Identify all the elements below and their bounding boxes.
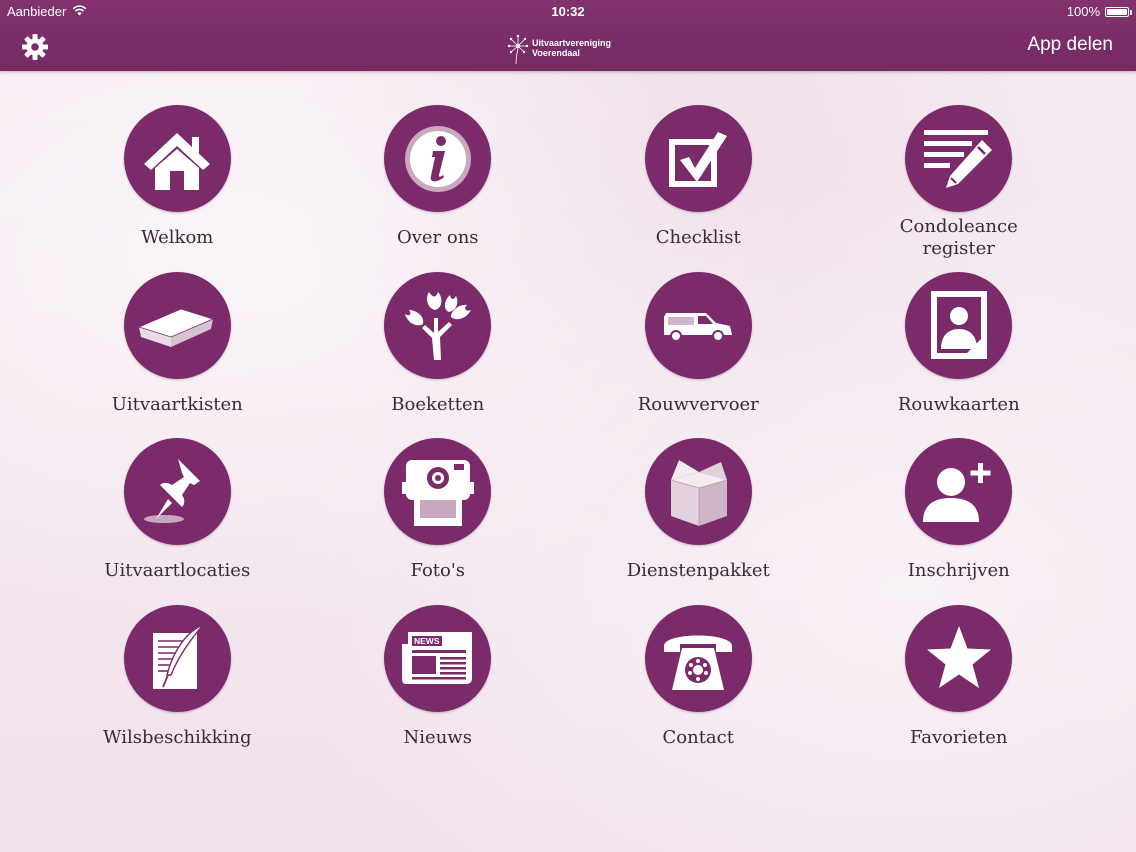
- tile-label: Rouwvervoer: [637, 393, 759, 415]
- tile-checklist[interactable]: Checklist: [568, 105, 829, 272]
- tile-label: Contact: [662, 726, 734, 748]
- tile-icon-circle: [384, 105, 492, 212]
- tile-label: Boeketten: [391, 393, 485, 415]
- tile-icon-circle: [384, 438, 492, 545]
- add-person-icon: [922, 462, 991, 522]
- tile-icon-circle: [905, 438, 1013, 545]
- tile-label: Uitvaartkisten: [111, 393, 243, 415]
- tile-contact[interactable]: Contact: [568, 604, 829, 772]
- tile-over-ons[interactable]: Over ons: [308, 105, 569, 272]
- tile-label: Checklist: [655, 227, 741, 248]
- coffin-icon: [138, 308, 215, 347]
- menu-grid: Welkom Over ons Checklist Condoleance re…: [47, 105, 1089, 771]
- tile-fotos[interactable]: Foto's: [308, 438, 569, 605]
- gear-icon: [22, 34, 48, 60]
- battery-icon: [1105, 6, 1132, 17]
- hearse-icon: [664, 313, 733, 342]
- tile-icon-circle: [123, 604, 231, 712]
- tile-label: Dienstenpakket: [626, 560, 770, 581]
- logo-text: Uitvaartvereniging Voerendaal: [532, 38, 611, 58]
- tile-rouwkaarten[interactable]: Rouwkaarten: [829, 271, 1090, 439]
- logo-line-2: Voerendaal: [532, 48, 580, 58]
- tile-label: Over ons: [396, 227, 479, 248]
- tile-label: Nieuws: [403, 726, 472, 748]
- tile-label: Condoleance register: [839, 216, 1079, 260]
- tile-favorieten[interactable]: Favorieten: [829, 604, 1090, 772]
- tile-rouwvervoer[interactable]: Rouwvervoer: [568, 271, 829, 439]
- tile-icon-circle: [905, 271, 1013, 379]
- tile-nieuws[interactable]: NEWS Nieuws: [308, 604, 569, 772]
- tile-wilsbeschikking[interactable]: Wilsbeschikking: [47, 604, 308, 772]
- tile-welkom[interactable]: Welkom: [47, 105, 308, 272]
- tile-uitvaartlocaties[interactable]: Uitvaartlocaties: [47, 438, 308, 605]
- tile-icon-circle: [905, 604, 1013, 712]
- tile-icon-circle: [123, 438, 231, 545]
- tile-label-line-1: Condoleance: [899, 216, 1018, 237]
- tile-label: Rouwkaarten: [897, 393, 1020, 415]
- app-logo: Uitvaartvereniging Voerendaal: [506, 30, 630, 66]
- battery-status: 100%: [1066, 4, 1132, 19]
- portrait-card-icon: [930, 291, 987, 359]
- tile-uitvaartkisten[interactable]: Uitvaartkisten: [47, 271, 308, 439]
- newspaper-icon: NEWS: [401, 632, 472, 684]
- phone-icon: [664, 635, 733, 690]
- dandelion-logo-icon: [507, 34, 529, 65]
- tile-dienstenpakket[interactable]: Dienstenpakket: [568, 438, 829, 605]
- tile-icon-circle: [905, 105, 1013, 212]
- tile-boeketten[interactable]: Boeketten: [308, 271, 569, 439]
- pencil-list-icon: [923, 129, 992, 188]
- checkbox-icon: [669, 131, 728, 187]
- tile-icon-circle: [123, 271, 231, 379]
- share-app-button[interactable]: App delen: [1027, 34, 1113, 56]
- box-icon: [671, 459, 728, 526]
- tile-label: Welkom: [141, 227, 214, 248]
- pushpin-icon: [144, 458, 201, 523]
- bouquet-icon: [404, 292, 471, 360]
- tile-icon-circle: [644, 438, 752, 545]
- status-time: 10:32: [551, 4, 585, 19]
- tile-label: Uitvaartlocaties: [104, 560, 251, 581]
- camera-icon: [401, 459, 474, 526]
- svg-text:NEWS: NEWS: [414, 636, 440, 646]
- logo-line-1: Uitvaartvereniging: [532, 38, 612, 48]
- tile-icon-circle: NEWS: [384, 604, 492, 712]
- tile-icon-circle: [644, 105, 752, 212]
- status-bar: Aanbieder 10:32 100%: [0, 0, 1136, 24]
- top-bar: Aanbieder 10:32 100% Uitvaartvereniging …: [0, 0, 1136, 71]
- info-icon: [404, 125, 471, 192]
- quill-document-icon: [153, 624, 204, 689]
- tile-label: Favorieten: [910, 726, 1008, 748]
- tile-icon-circle: [644, 271, 752, 379]
- tile-label: Wilsbeschikking: [103, 726, 252, 748]
- star-icon: [926, 626, 991, 688]
- settings-button[interactable]: [20, 32, 50, 62]
- tile-inschrijven[interactable]: Inschrijven: [829, 438, 1090, 605]
- tile-label-line-2: register: [922, 238, 995, 259]
- house-icon: [144, 132, 211, 190]
- tile-icon-circle: [644, 604, 752, 712]
- battery-percent: 100%: [1066, 4, 1100, 19]
- tile-icon-circle: [123, 105, 231, 212]
- tile-label: Foto's: [410, 560, 466, 581]
- tile-icon-circle: [384, 271, 492, 379]
- navigation-bar: Uitvaartvereniging Voerendaal App delen: [0, 24, 1136, 71]
- tile-condoleance-register[interactable]: Condoleance register: [829, 105, 1090, 272]
- tile-label: Inschrijven: [907, 560, 1010, 581]
